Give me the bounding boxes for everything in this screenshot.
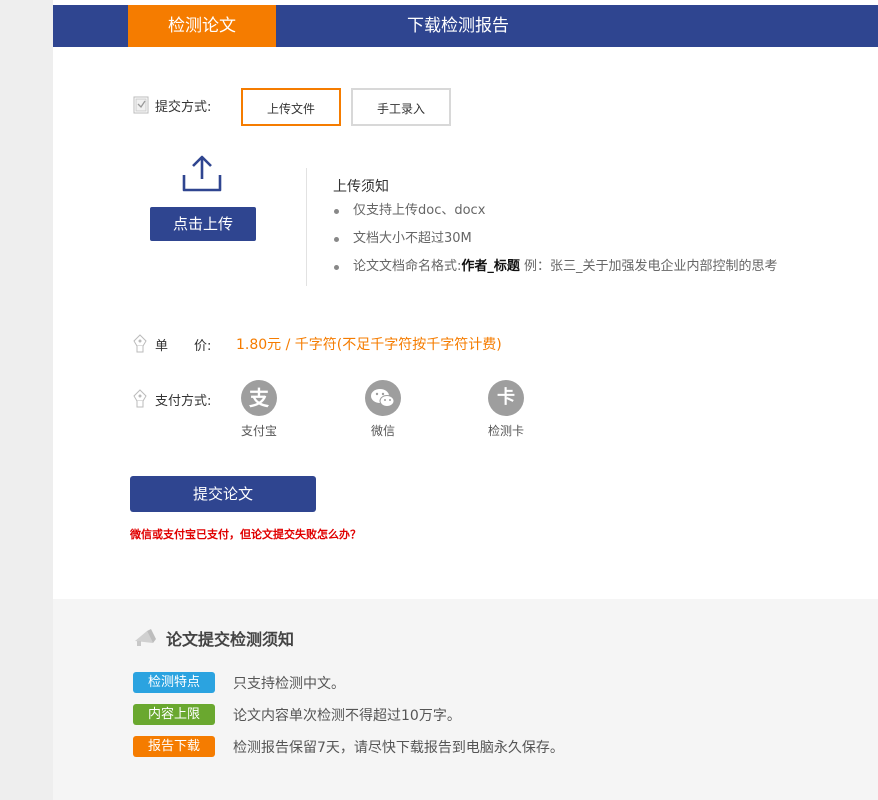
document-check-icon [133, 96, 149, 114]
card-glyph: 卡 [497, 387, 515, 408]
alipay-label: 支付宝 [240, 424, 277, 438]
alipay-icon: 支 [241, 380, 277, 416]
top-tab-bar: 检测论文 下载检测报告 [53, 5, 878, 47]
notice-item: 仅支持上传doc、docx [333, 200, 778, 228]
wechat-option[interactable]: 微信 [353, 380, 413, 439]
manual-input-option[interactable]: 手工录入 [351, 88, 451, 126]
price-value: 1.80元 / 千字符(不足千字符按千字符计费) [236, 337, 502, 353]
upload-icon[interactable] [181, 155, 223, 193]
price-label: 单 价: [155, 339, 212, 354]
alipay-glyph: 支 [249, 386, 269, 410]
submission-notice-section: 论文提交检测须知 检测特点 只支持检测中文。 内容上限 论文内容单次检测不得超过… [53, 599, 878, 800]
tag-feature: 检测特点 [133, 672, 215, 693]
tag-limit: 内容上限 [133, 704, 215, 725]
upload-notice-list: 仅支持上传doc、docx 文档大小不超过30M 论文文档命名格式:作者_标题 … [333, 200, 778, 284]
notice-item: 论文文档命名格式:作者_标题 例：张三_关于加强发电企业内部控制的思考 [333, 256, 778, 284]
tag-download-text: 检测报告保留7天，请尽快下载报告到电脑永久保存。 [233, 740, 564, 756]
tag-feature-text: 只支持检测中文。 [233, 676, 345, 692]
naming-example: 例：张三_关于加强发电企业内部控制的思考 [524, 259, 778, 274]
tag-download: 报告下载 [133, 736, 215, 757]
tab-check-paper[interactable]: 检测论文 [128, 5, 276, 47]
naming-format: 作者_标题 [461, 259, 520, 274]
notice-item-text: 论文文档命名格式: [353, 259, 462, 274]
payment-tag-icon [133, 389, 147, 408]
megaphone-icon [135, 629, 156, 646]
tab-download-report[interactable]: 下载检测报告 [393, 5, 523, 47]
price-tag-icon [133, 334, 147, 353]
submit-paper-button[interactable]: 提交论文 [130, 476, 316, 512]
card-option[interactable]: 卡 检测卡 [476, 380, 536, 439]
upload-file-option[interactable]: 上传文件 [241, 88, 341, 126]
wechat-label: 微信 [370, 424, 395, 438]
upload-notice-title: 上传须知 [333, 179, 389, 195]
wechat-icon [365, 380, 401, 416]
notice-item-text: 仅支持上传doc、docx [353, 203, 486, 218]
card-label: 检测卡 [487, 424, 524, 438]
payment-failed-help-link[interactable]: 微信或支付宝已支付，但论文提交失败怎么办？ [130, 526, 361, 542]
card-icon: 卡 [488, 380, 524, 416]
payment-label: 支付方式: [155, 394, 212, 409]
click-upload-button[interactable]: 点击上传 [150, 207, 256, 241]
tag-limit-text: 论文内容单次检测不得超过10万字。 [233, 708, 461, 724]
upload-divider [306, 168, 307, 286]
alipay-option[interactable]: 支 支付宝 [229, 380, 289, 439]
wechat-bubbles-icon [371, 389, 395, 407]
section-title: 论文提交检测须知 [166, 630, 295, 649]
notice-item: 文档大小不超过30M [333, 228, 778, 256]
main-panel: 检测论文 下载检测报告 提交方式: 上传文件 手工录入 点击上传 上传须知 仅支… [53, 0, 878, 800]
notice-item-text: 文档大小不超过30M [353, 231, 472, 246]
submit-method-label: 提交方式: [155, 100, 212, 115]
